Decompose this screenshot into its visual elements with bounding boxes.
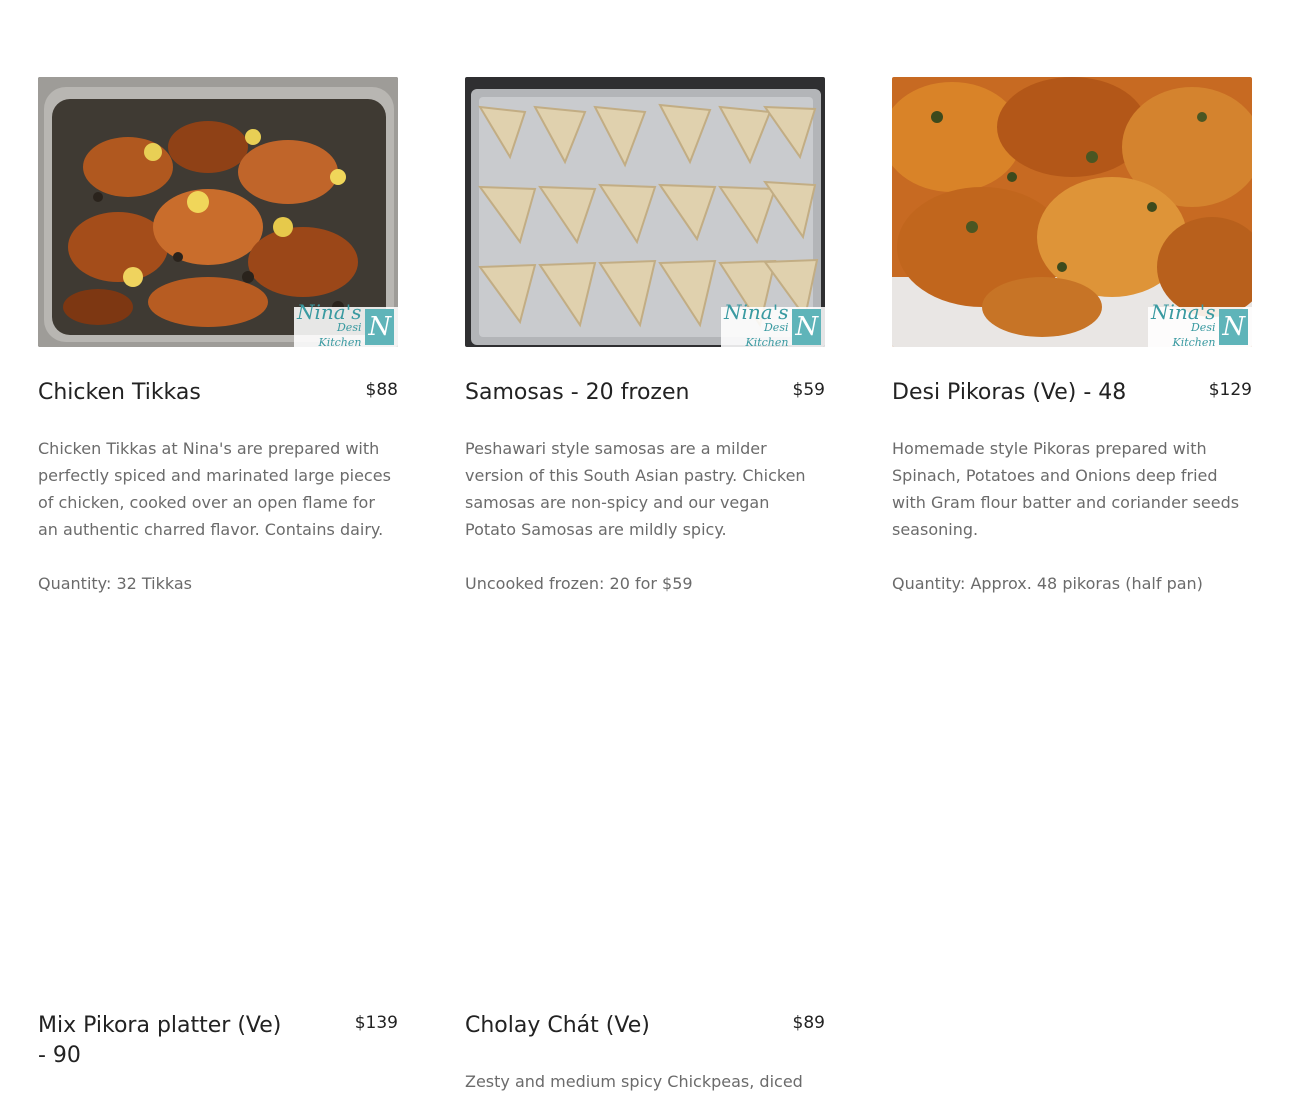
chicken-tikkas-photo[interactable]: Nina's Desi Kitchen N (38, 77, 398, 347)
item-title[interactable]: Desi Pikoras (Ve) - 48 (892, 378, 1162, 408)
item-price: $88 (365, 380, 398, 400)
watermark-text: Nina's Desi Kitchen (297, 299, 362, 348)
item-quantity: Quantity: 32 Tikkas (38, 574, 193, 593)
item-header: Chicken Tikkas $88 (38, 378, 398, 414)
item-header: Desi Pikoras (Ve) - 48 $129 (892, 378, 1252, 414)
menu-item-chicken-tikkas[interactable]: Nina's Desi Kitchen N Chicken Tikkas $88 … (38, 77, 398, 597)
item-description: Peshawari style samosas are a milder ver… (465, 439, 806, 539)
menu-item-mix-pikora-platter[interactable]: Mix Pikora platter (Ve) - 90 $139 (38, 1011, 398, 1068)
menu-item-cholay-chat[interactable]: Cholay Chát (Ve) $89 Zesty and medium sp… (465, 1011, 825, 1094)
item-description: Homemade style Pikoras prepared with Spi… (892, 439, 1240, 539)
ninas-logo-icon: N (1219, 309, 1248, 345)
watermark-text: Nina's Desi Kitchen (724, 299, 789, 348)
ninas-watermark: Nina's Desi Kitchen N (721, 299, 825, 348)
menu-item-desi-pikoras[interactable]: Nina's Desi Kitchen N Desi Pikoras (Ve) -… (892, 77, 1252, 597)
item-description: Zesty and medium spicy Chickpeas, diced (465, 1072, 803, 1091)
ninas-logo-icon: N (792, 309, 821, 345)
watermark-text: Nina's Desi Kitchen (1151, 299, 1216, 348)
item-header: Mix Pikora platter (Ve) - 90 $139 (38, 1011, 398, 1068)
item-title[interactable]: Samosas - 20 frozen (465, 378, 735, 408)
item-title[interactable]: Cholay Chát (Ve) (465, 1011, 735, 1041)
ninas-watermark: Nina's Desi Kitchen N (294, 299, 398, 348)
item-description: Chicken Tikkas at Nina's are prepared wi… (38, 439, 391, 539)
item-title[interactable]: Mix Pikora platter (Ve) - 90 (38, 1011, 288, 1071)
samosas-photo[interactable]: Nina's Desi Kitchen N (465, 77, 825, 347)
item-price: $129 (1208, 380, 1252, 400)
desi-pikoras-photo[interactable]: Nina's Desi Kitchen N (892, 77, 1252, 347)
item-price: $59 (792, 380, 825, 400)
menu-item-samosas[interactable]: Nina's Desi Kitchen N Samosas - 20 frozen… (465, 77, 825, 597)
item-price: $139 (354, 1013, 398, 1033)
menu-page: Nina's Desi Kitchen N Chicken Tikkas $88 … (0, 0, 1290, 1094)
ninas-watermark: Nina's Desi Kitchen N (1148, 299, 1252, 348)
item-header: Cholay Chát (Ve) $89 (465, 1011, 825, 1047)
item-title[interactable]: Chicken Tikkas (38, 378, 308, 408)
item-quantity: Quantity: Approx. 48 pikoras (half pan) (892, 574, 1203, 593)
item-quantity: Uncooked frozen: 20 for $59 (465, 574, 693, 593)
item-price: $89 (792, 1013, 825, 1033)
item-header: Samosas - 20 frozen $59 (465, 378, 825, 414)
ninas-logo-icon: N (365, 309, 394, 345)
